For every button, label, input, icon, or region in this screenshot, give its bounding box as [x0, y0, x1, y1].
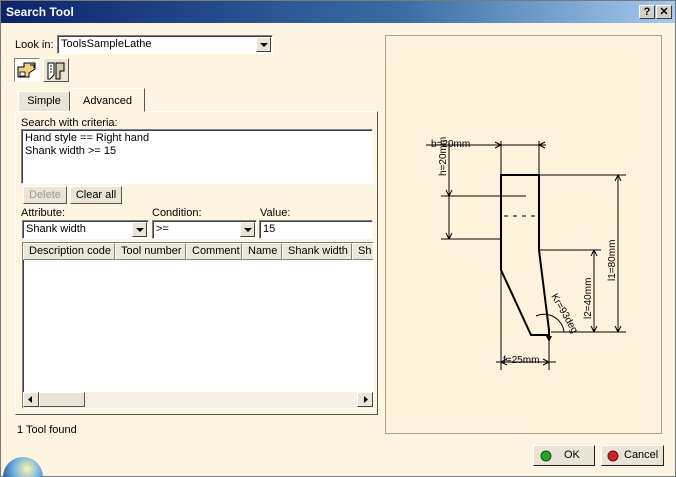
tool-diagram-panel: b=20mm h=20mm l1=80mm l2=40mm Kr=93deg f…: [385, 35, 662, 434]
cancel-icon: [607, 450, 619, 462]
toolbar-lathe-button[interactable]: [43, 58, 69, 82]
cancel-button[interactable]: Cancel: [601, 445, 664, 466]
cancel-label: Cancel: [624, 449, 659, 461]
scroll-right-button[interactable]: [357, 392, 373, 407]
condition-combo[interactable]: >=: [152, 220, 257, 239]
look-in-combo[interactable]: ToolsSampleLathe: [57, 35, 273, 54]
look-in-dropdown-arrow[interactable]: [256, 37, 271, 52]
column-header-name[interactable]: Name: [242, 243, 282, 260]
dim-label-l1: l1=80mm: [607, 240, 618, 281]
criteria-label: Search with criteria:: [21, 117, 118, 129]
condition-label: Condition:: [152, 207, 202, 219]
dim-label-kr: Kr=93deg: [548, 292, 579, 335]
horizontal-scrollbar[interactable]: [23, 392, 373, 408]
attribute-dropdown-arrow[interactable]: [132, 222, 147, 237]
ok-icon: [540, 450, 552, 462]
globe-icon: [3, 457, 43, 477]
column-header-shank-width[interactable]: Shank width: [282, 243, 352, 260]
ok-label: OK: [564, 449, 580, 461]
attribute-combo[interactable]: Shank width: [22, 220, 149, 239]
tab-simple[interactable]: Simple: [18, 91, 70, 111]
look-in-value: ToolsSampleLathe: [61, 38, 152, 50]
look-in-label: Look in:: [15, 39, 54, 51]
dim-label-f: f=25mm: [503, 355, 539, 366]
value-label: Value:: [260, 207, 291, 219]
condition-dropdown-arrow[interactable]: [240, 222, 255, 237]
close-button[interactable]: ✕: [656, 5, 672, 19]
window-title: Search Tool: [6, 5, 74, 19]
column-header-sh[interactable]: Sh: [352, 243, 373, 260]
status-text: 1 Tool found: [17, 424, 77, 436]
dim-label-b: b=20mm: [431, 139, 470, 150]
column-header-tool-number[interactable]: Tool number: [115, 243, 186, 260]
tab-advanced[interactable]: Advanced: [70, 88, 145, 112]
column-header-description-code[interactable]: Description code: [23, 243, 115, 260]
toolbar-catalog-button[interactable]: [14, 58, 40, 82]
arrow-left-icon: [28, 396, 32, 403]
dim-label-l2: l2=40mm: [583, 278, 594, 319]
value-input[interactable]: 15: [259, 220, 373, 239]
arrow-right-icon: [364, 396, 368, 403]
globe-logo: [1, 447, 47, 477]
lathe-tool-diagram: b=20mm h=20mm l1=80mm l2=40mm Kr=93deg f…: [426, 137, 626, 370]
column-header-comment[interactable]: Comment: [186, 243, 242, 260]
criteria-line: Hand style == Right hand: [25, 132, 150, 144]
lathe-tool-icon: [47, 62, 65, 80]
condition-value: >=: [156, 223, 169, 235]
advanced-panel: Search with criteria: Hand style == Righ…: [15, 111, 378, 415]
help-button[interactable]: ?: [639, 5, 655, 19]
scroll-thumb[interactable]: [39, 392, 85, 407]
scroll-left-button[interactable]: [23, 392, 39, 407]
ok-button[interactable]: OK: [533, 445, 595, 466]
title-bar: Search Tool ? ✕: [1, 1, 675, 23]
dim-label-h: h=20mm: [438, 137, 449, 176]
tool-catalog-icon: [17, 62, 36, 78]
criteria-line: Shank width >= 15: [25, 145, 117, 157]
results-table[interactable]: Description code Tool number Comment Nam…: [22, 242, 374, 409]
attribute-value: Shank width: [26, 223, 86, 235]
delete-button[interactable]: Delete: [23, 186, 67, 204]
criteria-textarea[interactable]: Hand style == Right hand Shank width >= …: [21, 129, 373, 184]
search-tool-dialog: Search Tool ? ✕ Look in: ToolsSampleLath…: [0, 0, 676, 477]
attribute-label: Attribute:: [21, 207, 66, 219]
clear-all-button[interactable]: Clear all: [70, 186, 122, 204]
value-input-text: 15: [263, 223, 276, 235]
